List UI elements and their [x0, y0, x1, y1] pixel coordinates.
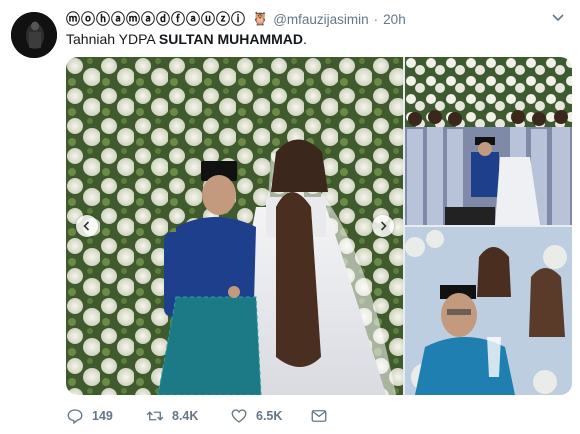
wedding-photo-guests[interactable] — [405, 57, 572, 225]
reply-button[interactable]: 149 — [66, 407, 113, 425]
tweet-text-prefix: Tahniah YDPA — [66, 31, 159, 47]
direct-message-icon — [311, 410, 327, 422]
like-button[interactable]: 6.5K — [230, 407, 282, 425]
tweet-text: Tahniah YDPA SULTAN MUHAMMAD. — [66, 30, 307, 48]
wedding-photo-closeup[interactable] — [405, 227, 572, 395]
tweet-text-suffix: . — [303, 31, 307, 47]
chevron-right-icon — [380, 221, 387, 231]
retweet-count: 8.4K — [172, 409, 199, 423]
separator-dot: · — [373, 11, 379, 27]
tweet-timestamp[interactable]: 20h — [383, 12, 406, 27]
retweet-button[interactable]: 8.4K — [146, 407, 198, 425]
reply-icon — [67, 409, 83, 424]
display-name[interactable]: ⓜⓞⓗⓐⓜⓐⓓⓕⓐⓤⓩⓘ — [66, 9, 246, 29]
avatar[interactable] — [11, 12, 57, 58]
like-count: 6.5K — [256, 409, 283, 423]
owl-emoji-icon: 🦉 — [252, 11, 269, 26]
media-grid — [66, 57, 572, 395]
chevron-left-icon — [83, 221, 90, 231]
direct-message-button[interactable] — [310, 407, 328, 425]
like-icon — [231, 409, 247, 423]
tweet-header: ⓜⓞⓗⓐⓜⓐⓓⓕⓐⓤⓩⓘ 🦉 @mfauzijasimin · 20h — [66, 10, 406, 28]
chevron-down-icon[interactable] — [550, 9, 566, 25]
retweet-icon — [146, 411, 164, 421]
wedding-photo-main[interactable] — [66, 57, 403, 395]
user-handle[interactable]: @mfauzijasimin — [273, 12, 368, 27]
tweet-text-bold: SULTAN MUHAMMAD — [158, 31, 304, 47]
previous-photo-button[interactable] — [76, 215, 98, 237]
tweet: ⓜⓞⓗⓐⓜⓐⓓⓕⓐⓤⓩⓘ 🦉 @mfauzijasimin · 20h Tahn… — [0, 0, 580, 434]
reply-count: 149 — [92, 409, 113, 423]
next-photo-button[interactable] — [372, 215, 394, 237]
